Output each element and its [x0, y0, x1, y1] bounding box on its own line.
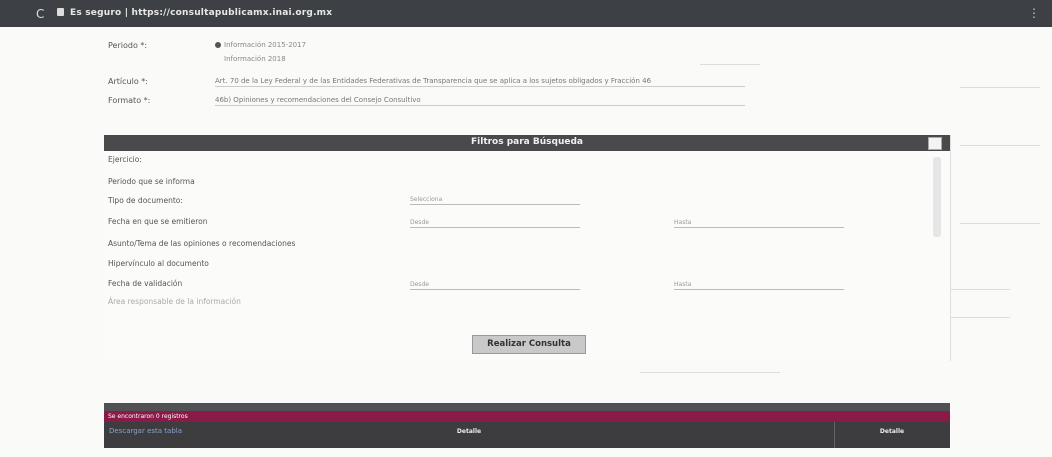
filter-fecha-validacion: Fecha de validación: [108, 279, 183, 288]
fecha-validacion-desde[interactable]: Desde: [410, 281, 580, 290]
articulo-label: Artículo *:: [108, 77, 148, 86]
column-header-detalle: Detalle: [456, 428, 482, 435]
results-table: Se encontraron 0 registros Detalle Detal…: [104, 403, 950, 453]
lock-icon: [57, 8, 64, 16]
formato-label: Formato *:: [108, 96, 151, 105]
filter-tipo-documento: Tipo de documento:: [108, 196, 183, 205]
filter-hipervinculo: Hipervínculo al documento: [108, 259, 209, 268]
radio-selected-icon[interactable]: [215, 42, 221, 48]
periodo-option-1[interactable]: Información 2015-2017: [215, 41, 306, 49]
filter-ejercicio: Ejercicio:: [108, 155, 142, 164]
filter-fecha-emision: Fecha en que se emitieron: [108, 217, 208, 226]
formato-select[interactable]: 46b) Opiniones y recomendaciones del Con…: [215, 96, 745, 106]
modal-scrollbar[interactable]: [933, 157, 941, 237]
filter-periodo: Periodo que se informa: [108, 177, 195, 186]
periodo-radio-group: Información 2015-2017 Información 2018: [215, 41, 306, 69]
reload-icon[interactable]: C: [36, 7, 44, 21]
search-button[interactable]: Realizar Consulta: [472, 335, 586, 354]
periodo-label: Periodo *:: [108, 41, 148, 50]
results-count-bar: [104, 411, 950, 422]
close-icon[interactable]: [928, 137, 942, 150]
fecha-emision-desde[interactable]: Desde: [410, 219, 580, 228]
periodo-option-2[interactable]: Información 2018: [215, 55, 306, 63]
articulo-select[interactable]: Art. 70 de la Ley Federal y de las Entid…: [215, 77, 745, 87]
fecha-validacion-hasta[interactable]: Hasta: [674, 281, 844, 290]
blur-line: [960, 87, 1040, 88]
column-header-detalle-2: Detalle: [879, 428, 905, 435]
browser-toolbar: C Es seguro | https://consultapublicamx.…: [0, 0, 1052, 27]
results-header: Detalle Detalle: [104, 422, 950, 448]
column-divider: [834, 422, 835, 448]
modal-title: Filtros para Búsqueda: [471, 137, 583, 147]
modal-header: Filtros para Búsqueda: [104, 135, 950, 151]
address-bar[interactable]: Es seguro | https://consultapublicamx.in…: [70, 8, 332, 18]
page-content: Periodo *: Información 2015-2017 Informa…: [0, 27, 1052, 457]
filter-asunto: Asunto/Tema de las opiniones o recomenda…: [108, 239, 296, 248]
results-top-bar: [104, 403, 950, 411]
blur-line: [640, 372, 780, 373]
tipo-documento-select[interactable]: Selecciona: [410, 196, 580, 205]
search-filters-modal: Filtros para Búsqueda Ejercicio: Periodo…: [104, 135, 951, 361]
download-table-link[interactable]: Descargar esta tabla: [109, 427, 182, 435]
filter-area-responsable: Área responsable de la información: [108, 297, 241, 306]
blur-line: [960, 145, 1040, 146]
fecha-emision-hasta[interactable]: Hasta: [674, 219, 844, 228]
blur-line: [700, 64, 760, 65]
blur-line: [960, 223, 1040, 224]
results-count: Se encontraron 0 registros: [108, 413, 188, 420]
browser-menu-icon[interactable]: ⋮: [1028, 6, 1040, 20]
